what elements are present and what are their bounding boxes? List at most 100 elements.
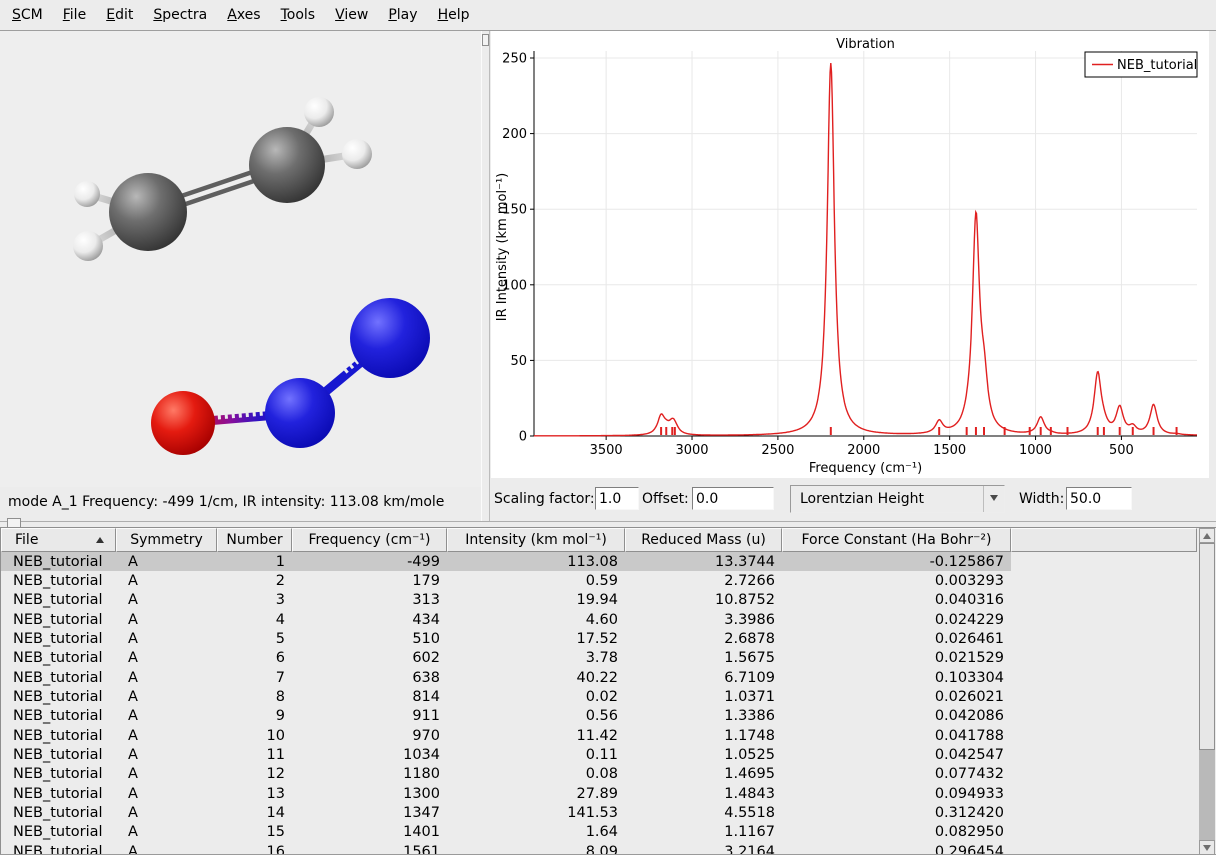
cell-force: 0.026021 [782,687,1011,706]
cell-force: 0.077432 [782,765,1011,784]
cell-frequency: 1300 [292,784,447,803]
svg-text:50: 50 [510,354,527,369]
cell-reduced: 1.1167 [625,823,782,842]
table-row[interactable]: NEB_tutorialA66023.781.56750.021529 [1,649,1216,668]
vertical-splitter-grip[interactable] [482,34,489,46]
cell-number: 3 [217,591,292,610]
menu-scm[interactable]: SCM [2,3,53,27]
molecule-viewer[interactable] [0,31,481,487]
atom-c[interactable] [249,127,325,203]
combobox-arrow-button[interactable] [983,486,1004,512]
menu-play[interactable]: Play [378,3,427,27]
table-row[interactable]: NEB_tutorialA1097011.421.17480.041788 [1,726,1216,745]
cell-intensity: 1.64 [447,823,625,842]
menu-axes[interactable]: Axes [217,3,270,27]
atom-o[interactable] [151,391,215,455]
menu-spectra[interactable]: Spectra [143,3,217,27]
width-label: Width: [1019,491,1064,507]
spectrum-chart[interactable]: 3500300025002000150010005000501001502002… [491,31,1209,478]
column-header-force[interactable]: Force Constant (Ha Bohr⁻²) [782,528,1011,552]
menu-tools[interactable]: Tools [271,3,326,27]
cell-force: 0.041788 [782,726,1011,745]
column-header-symmetry[interactable]: Symmetry [116,528,217,552]
table-row[interactable]: NEB_tutorialA551017.522.68780.026461 [1,629,1216,648]
cell-file: NEB_tutorial [1,803,116,822]
width-input[interactable] [1066,487,1132,510]
table-row[interactable]: NEB_tutorialA21790.592.72660.003293 [1,571,1216,590]
table-row[interactable]: NEB_tutorialA1211800.081.46950.077432 [1,765,1216,784]
column-header-filler [1011,528,1197,552]
table-row[interactable]: NEB_tutorialA141347141.534.55180.312420 [1,803,1216,822]
vertical-splitter[interactable] [481,31,490,521]
cell-force: 0.103304 [782,668,1011,687]
svg-text:2500: 2500 [761,443,794,458]
cell-intensity: 141.53 [447,803,625,822]
cell-intensity: 0.56 [447,707,625,726]
cell-number: 4 [217,610,292,629]
cell-reduced: 1.5675 [625,649,782,668]
table-row[interactable]: NEB_tutorialA331319.9410.87520.040316 [1,591,1216,610]
cell-file: NEB_tutorial [1,842,116,855]
column-header-reduced[interactable]: Reduced Mass (u) [625,528,782,552]
svg-text:IR Intensity (km mol⁻¹): IR Intensity (km mol⁻¹) [495,173,510,321]
lineshape-combobox-value: Lorentzian Height [800,491,924,507]
cell-symmetry: A [116,610,217,629]
molecule-3d-scene[interactable] [0,31,481,487]
cell-force: 0.024229 [782,610,1011,629]
table-row[interactable]: NEB_tutorialA1514011.641.11670.082950 [1,823,1216,842]
lineshape-combobox[interactable]: Lorentzian Height [790,485,1005,513]
vibration-plot[interactable]: 3500300025002000150010005000501001502002… [491,31,1209,478]
column-header-number[interactable]: Number [217,528,292,552]
table-row[interactable]: NEB_tutorialA1-499113.0813.3744-0.125867 [1,552,1216,571]
cell-frequency: 510 [292,629,447,648]
atom-n[interactable] [350,298,430,378]
table-row[interactable]: NEB_tutorialA88140.021.03710.026021 [1,687,1216,706]
cell-frequency: 1034 [292,745,447,764]
table-row[interactable]: NEB_tutorialA763840.226.71090.103304 [1,668,1216,687]
scrollbar-thumb[interactable] [1199,543,1215,750]
spectrum-curve [534,63,1197,436]
atom-h[interactable] [73,231,103,261]
sort-asc-icon [96,537,104,543]
cell-symmetry: A [116,726,217,745]
table-row[interactable]: NEB_tutorialA13130027.891.48430.094933 [1,784,1216,803]
atom-n[interactable] [265,378,335,448]
atom-c[interactable] [109,173,187,251]
table-row[interactable]: NEB_tutorialA1110340.111.05250.042547 [1,745,1216,764]
scaling-factor-input[interactable] [595,487,639,510]
cell-intensity: 17.52 [447,629,625,648]
cell-number: 13 [217,784,292,803]
menu-file[interactable]: File [53,3,96,27]
cell-symmetry: A [116,591,217,610]
table-row[interactable]: NEB_tutorialA99110.561.33860.042086 [1,707,1216,726]
menu-help[interactable]: Help [428,3,480,27]
menu-view[interactable]: View [325,3,378,27]
cell-reduced: 10.8752 [625,591,782,610]
cell-symmetry: A [116,784,217,803]
atom-h[interactable] [342,139,372,169]
scrollbar-down-button[interactable] [1199,840,1215,855]
table-row[interactable]: NEB_tutorialA1615618.093.21640.296454 [1,842,1216,855]
menu-edit[interactable]: Edit [96,3,143,27]
cell-file: NEB_tutorial [1,707,116,726]
column-header-intensity[interactable]: Intensity (km mol⁻¹) [447,528,625,552]
table-row[interactable]: NEB_tutorialA44344.603.39860.024229 [1,610,1216,629]
offset-input[interactable] [692,487,774,510]
table-scrollbar[interactable] [1199,528,1215,855]
cell-intensity: 40.22 [447,668,625,687]
atom-h[interactable] [74,181,100,207]
atom-h[interactable] [304,97,334,127]
cell-intensity: 3.78 [447,649,625,668]
scrollbar-up-button[interactable] [1199,528,1215,543]
column-header-frequency[interactable]: Frequency (cm⁻¹) [292,528,447,552]
svg-text:1500: 1500 [933,443,966,458]
cell-number: 10 [217,726,292,745]
svg-text:200: 200 [502,127,527,142]
cell-number: 11 [217,745,292,764]
column-header-file[interactable]: File [1,528,116,552]
cell-reduced: 1.4843 [625,784,782,803]
cell-file: NEB_tutorial [1,629,116,648]
cell-frequency: 179 [292,571,447,590]
table-header-row: FileSymmetryNumberFrequency (cm⁻¹)Intens… [1,528,1216,552]
modes-table: FileSymmetryNumberFrequency (cm⁻¹)Intens… [0,527,1216,855]
